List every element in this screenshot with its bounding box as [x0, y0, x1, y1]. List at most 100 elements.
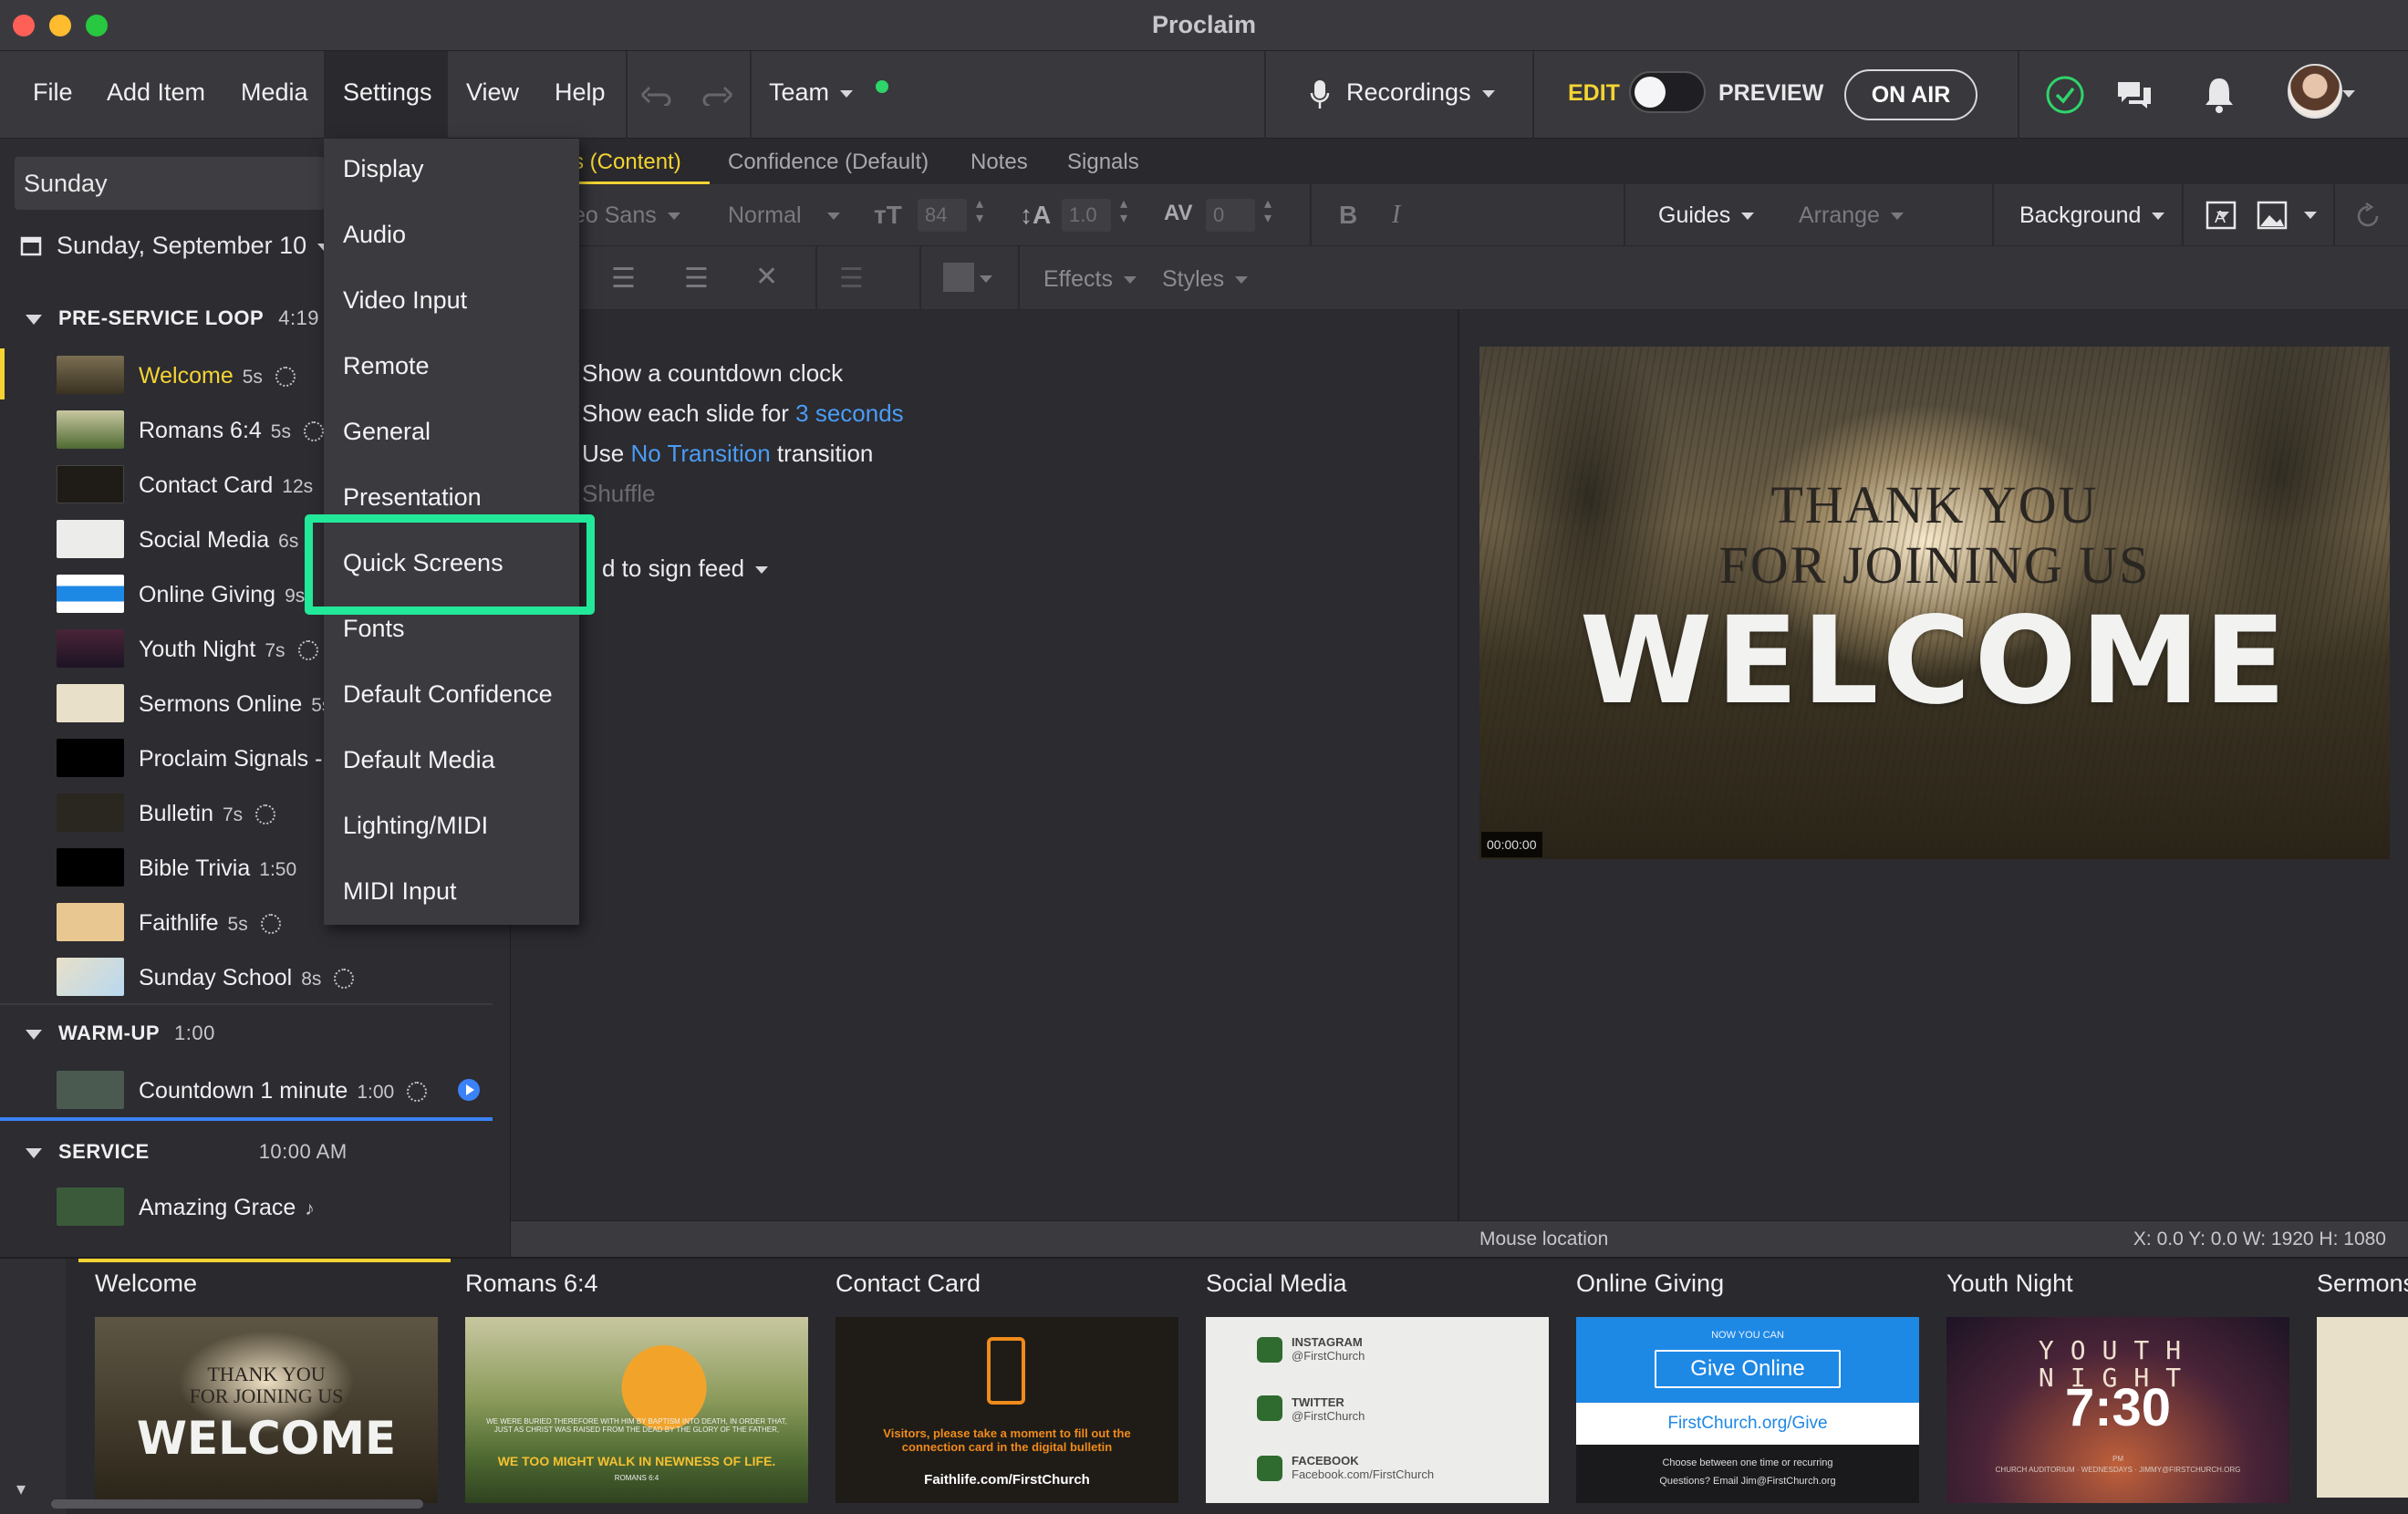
- menu-item-remote[interactable]: Remote: [343, 352, 430, 380]
- font-size-input[interactable]: 84: [918, 199, 967, 232]
- tab-content[interactable]: s (Content): [573, 150, 681, 175]
- item-label: Youth Night: [139, 637, 256, 662]
- menu-item-audio[interactable]: Audio: [343, 221, 406, 249]
- section-service[interactable]: SERVICE 10:00 AM: [26, 1140, 348, 1164]
- image-icon[interactable]: [2257, 201, 2288, 230]
- chevron-down-icon[interactable]: [2216, 212, 2229, 219]
- tab-signals[interactable]: Signals: [1067, 150, 1139, 175]
- align-icon[interactable]: ☰: [839, 263, 864, 295]
- menu-item-lighting-midi[interactable]: Lighting/MIDI: [343, 812, 488, 840]
- section-warm-up[interactable]: WARM-UP 1:00: [26, 1021, 215, 1045]
- font-family-select[interactable]: eo Sans: [573, 202, 680, 229]
- tab-notes[interactable]: Notes: [970, 150, 1028, 175]
- slide-preview[interactable]: THANK YOU FOR JOINING US WELCOME 00:00:0…: [1479, 347, 2390, 859]
- filmstrip-card[interactable]: Romans 6:4 WE WERE BURIED THEREFORE WITH…: [465, 1270, 808, 1503]
- menu-settings[interactable]: Settings: [343, 78, 432, 107]
- guides-label: Guides: [1658, 202, 1731, 228]
- tab-confidence[interactable]: Confidence (Default): [728, 150, 929, 175]
- arrange-dropdown[interactable]: Arrange: [1799, 202, 1904, 229]
- slide-text-line: THANK YOU: [1770, 475, 2099, 534]
- team-dropdown[interactable]: Team: [769, 78, 854, 107]
- chevron-down-icon[interactable]: [980, 275, 992, 283]
- card-thumbnail: WE WERE BURIED THEREFORE WITH HIM BY BAP…: [465, 1317, 808, 1503]
- menu-item-display[interactable]: Display: [343, 155, 424, 183]
- item-label: Bulletin: [139, 801, 213, 826]
- section-pre-service-loop[interactable]: PRE-SERVICE LOOP 4:19: [26, 306, 319, 330]
- item-thumbnail: [57, 903, 124, 941]
- preview-mode-label[interactable]: PREVIEW: [1718, 80, 1823, 107]
- chevron-down-icon[interactable]: [2342, 90, 2355, 98]
- menu-file[interactable]: File: [33, 78, 73, 107]
- collapse-triangle-icon[interactable]: [26, 1029, 42, 1040]
- font-weight-select[interactable]: Normal: [728, 202, 840, 229]
- bullet-list-icon[interactable]: ☰: [611, 263, 636, 295]
- indent-icon[interactable]: ☰: [684, 263, 709, 295]
- italic-icon[interactable]: I: [1392, 201, 1400, 230]
- edit-preview-toggle[interactable]: [1629, 71, 1706, 113]
- edit-mode-label[interactable]: EDIT: [1568, 80, 1620, 107]
- menu-item-presentation[interactable]: Presentation: [343, 483, 482, 512]
- option-text: transition: [770, 440, 874, 467]
- arrange-label: Arrange: [1799, 202, 1880, 228]
- on-air-button[interactable]: ON AIR: [1844, 69, 1977, 120]
- service-item[interactable]: Countdown 1 minute 1:00: [0, 1063, 493, 1115]
- filmstrip-card[interactable]: Sermons: [2317, 1270, 2408, 1498]
- service-name-field[interactable]: Sunday: [15, 157, 325, 210]
- loop-icon: [255, 804, 276, 825]
- clear-format-icon[interactable]: ✕: [755, 261, 778, 293]
- item-thumbnail: [57, 629, 124, 668]
- letter-spacing-stepper[interactable]: ▴ ▾: [1264, 197, 1271, 226]
- menu-add-item[interactable]: Add Item: [107, 78, 205, 107]
- undo-icon[interactable]: [638, 82, 671, 106]
- redo-icon[interactable]: [702, 82, 735, 106]
- collapse-triangle-icon[interactable]: [26, 314, 42, 325]
- notifications-bell-icon[interactable]: [2202, 75, 2237, 115]
- transition-link[interactable]: No Transition: [630, 440, 770, 467]
- thumb-social-row: TWITTER @FirstChurch: [1292, 1395, 1365, 1423]
- collapse-filmstrip-icon[interactable]: ▾: [16, 1478, 26, 1500]
- guides-dropdown[interactable]: Guides: [1658, 202, 1755, 229]
- menu-help[interactable]: Help: [555, 78, 606, 107]
- user-avatar[interactable]: [2288, 64, 2342, 119]
- countdown-clock-option[interactable]: Show a countdown clock: [582, 359, 843, 388]
- bold-icon[interactable]: B: [1339, 201, 1357, 230]
- sync-check-icon[interactable]: [2045, 75, 2085, 115]
- chevron-down-icon[interactable]: [2304, 212, 2317, 219]
- reset-icon[interactable]: [2353, 202, 2382, 230]
- background-dropdown[interactable]: Background: [2019, 202, 2165, 229]
- font-size-stepper[interactable]: ▴ ▾: [976, 197, 983, 226]
- thumb-text: YOUTH: [2038, 1335, 2198, 1365]
- play-icon[interactable]: [458, 1079, 480, 1101]
- filmstrip-card[interactable]: Youth Night YOUTH NIGHT 7:30 PM CHURCH AU…: [1946, 1270, 2289, 1503]
- card-thumbnail: [2317, 1317, 2408, 1498]
- recordings-dropdown[interactable]: Recordings: [1346, 78, 1495, 107]
- service-item[interactable]: Sunday School 8s: [0, 950, 493, 1001]
- chevron-down-icon: [1123, 276, 1137, 285]
- slide-duration-link[interactable]: 3 seconds: [795, 399, 904, 427]
- sign-feed-dropdown[interactable]: d to sign feed: [602, 555, 769, 583]
- menu-item-general[interactable]: General: [343, 418, 431, 446]
- effects-dropdown[interactable]: Effects: [1043, 266, 1137, 293]
- chat-icon[interactable]: [2114, 77, 2154, 113]
- service-item[interactable]: Amazing Grace ♪: [0, 1180, 493, 1231]
- filmstrip-scrollbar[interactable]: [51, 1499, 423, 1509]
- menu-item-default-confidence[interactable]: Default Confidence: [343, 680, 553, 709]
- menu-item-default-media[interactable]: Default Media: [343, 746, 495, 774]
- line-height-input[interactable]: 1.0: [1062, 199, 1111, 232]
- menu-media[interactable]: Media: [241, 78, 308, 107]
- shuffle-option[interactable]: Shuffle: [582, 480, 655, 508]
- letter-spacing-input[interactable]: 0: [1206, 199, 1255, 232]
- text-color-swatch[interactable]: [943, 263, 974, 292]
- styles-dropdown[interactable]: Styles: [1162, 266, 1249, 293]
- menu-view[interactable]: View: [466, 78, 519, 107]
- filmstrip-card[interactable]: Welcome THANK YOU FOR JOINING US WELCOME: [95, 1270, 438, 1503]
- collapse-triangle-icon[interactable]: [26, 1147, 42, 1158]
- filmstrip-card[interactable]: Online Giving NOW YOU CAN Give Online Fi…: [1576, 1270, 1919, 1503]
- menu-item-fonts[interactable]: Fonts: [343, 615, 405, 643]
- menu-item-video-input[interactable]: Video Input: [343, 286, 467, 315]
- menu-item-midi-input[interactable]: MIDI Input: [343, 877, 457, 906]
- line-height-stepper[interactable]: ▴ ▾: [1120, 197, 1127, 226]
- filmstrip-card[interactable]: Social Media INSTAGRAM @FirstChurch TWITT…: [1206, 1270, 1549, 1503]
- service-date-selector[interactable]: Sunday, September 10: [20, 232, 331, 260]
- filmstrip-card[interactable]: Contact Card Visitors, please take a mom…: [836, 1270, 1178, 1503]
